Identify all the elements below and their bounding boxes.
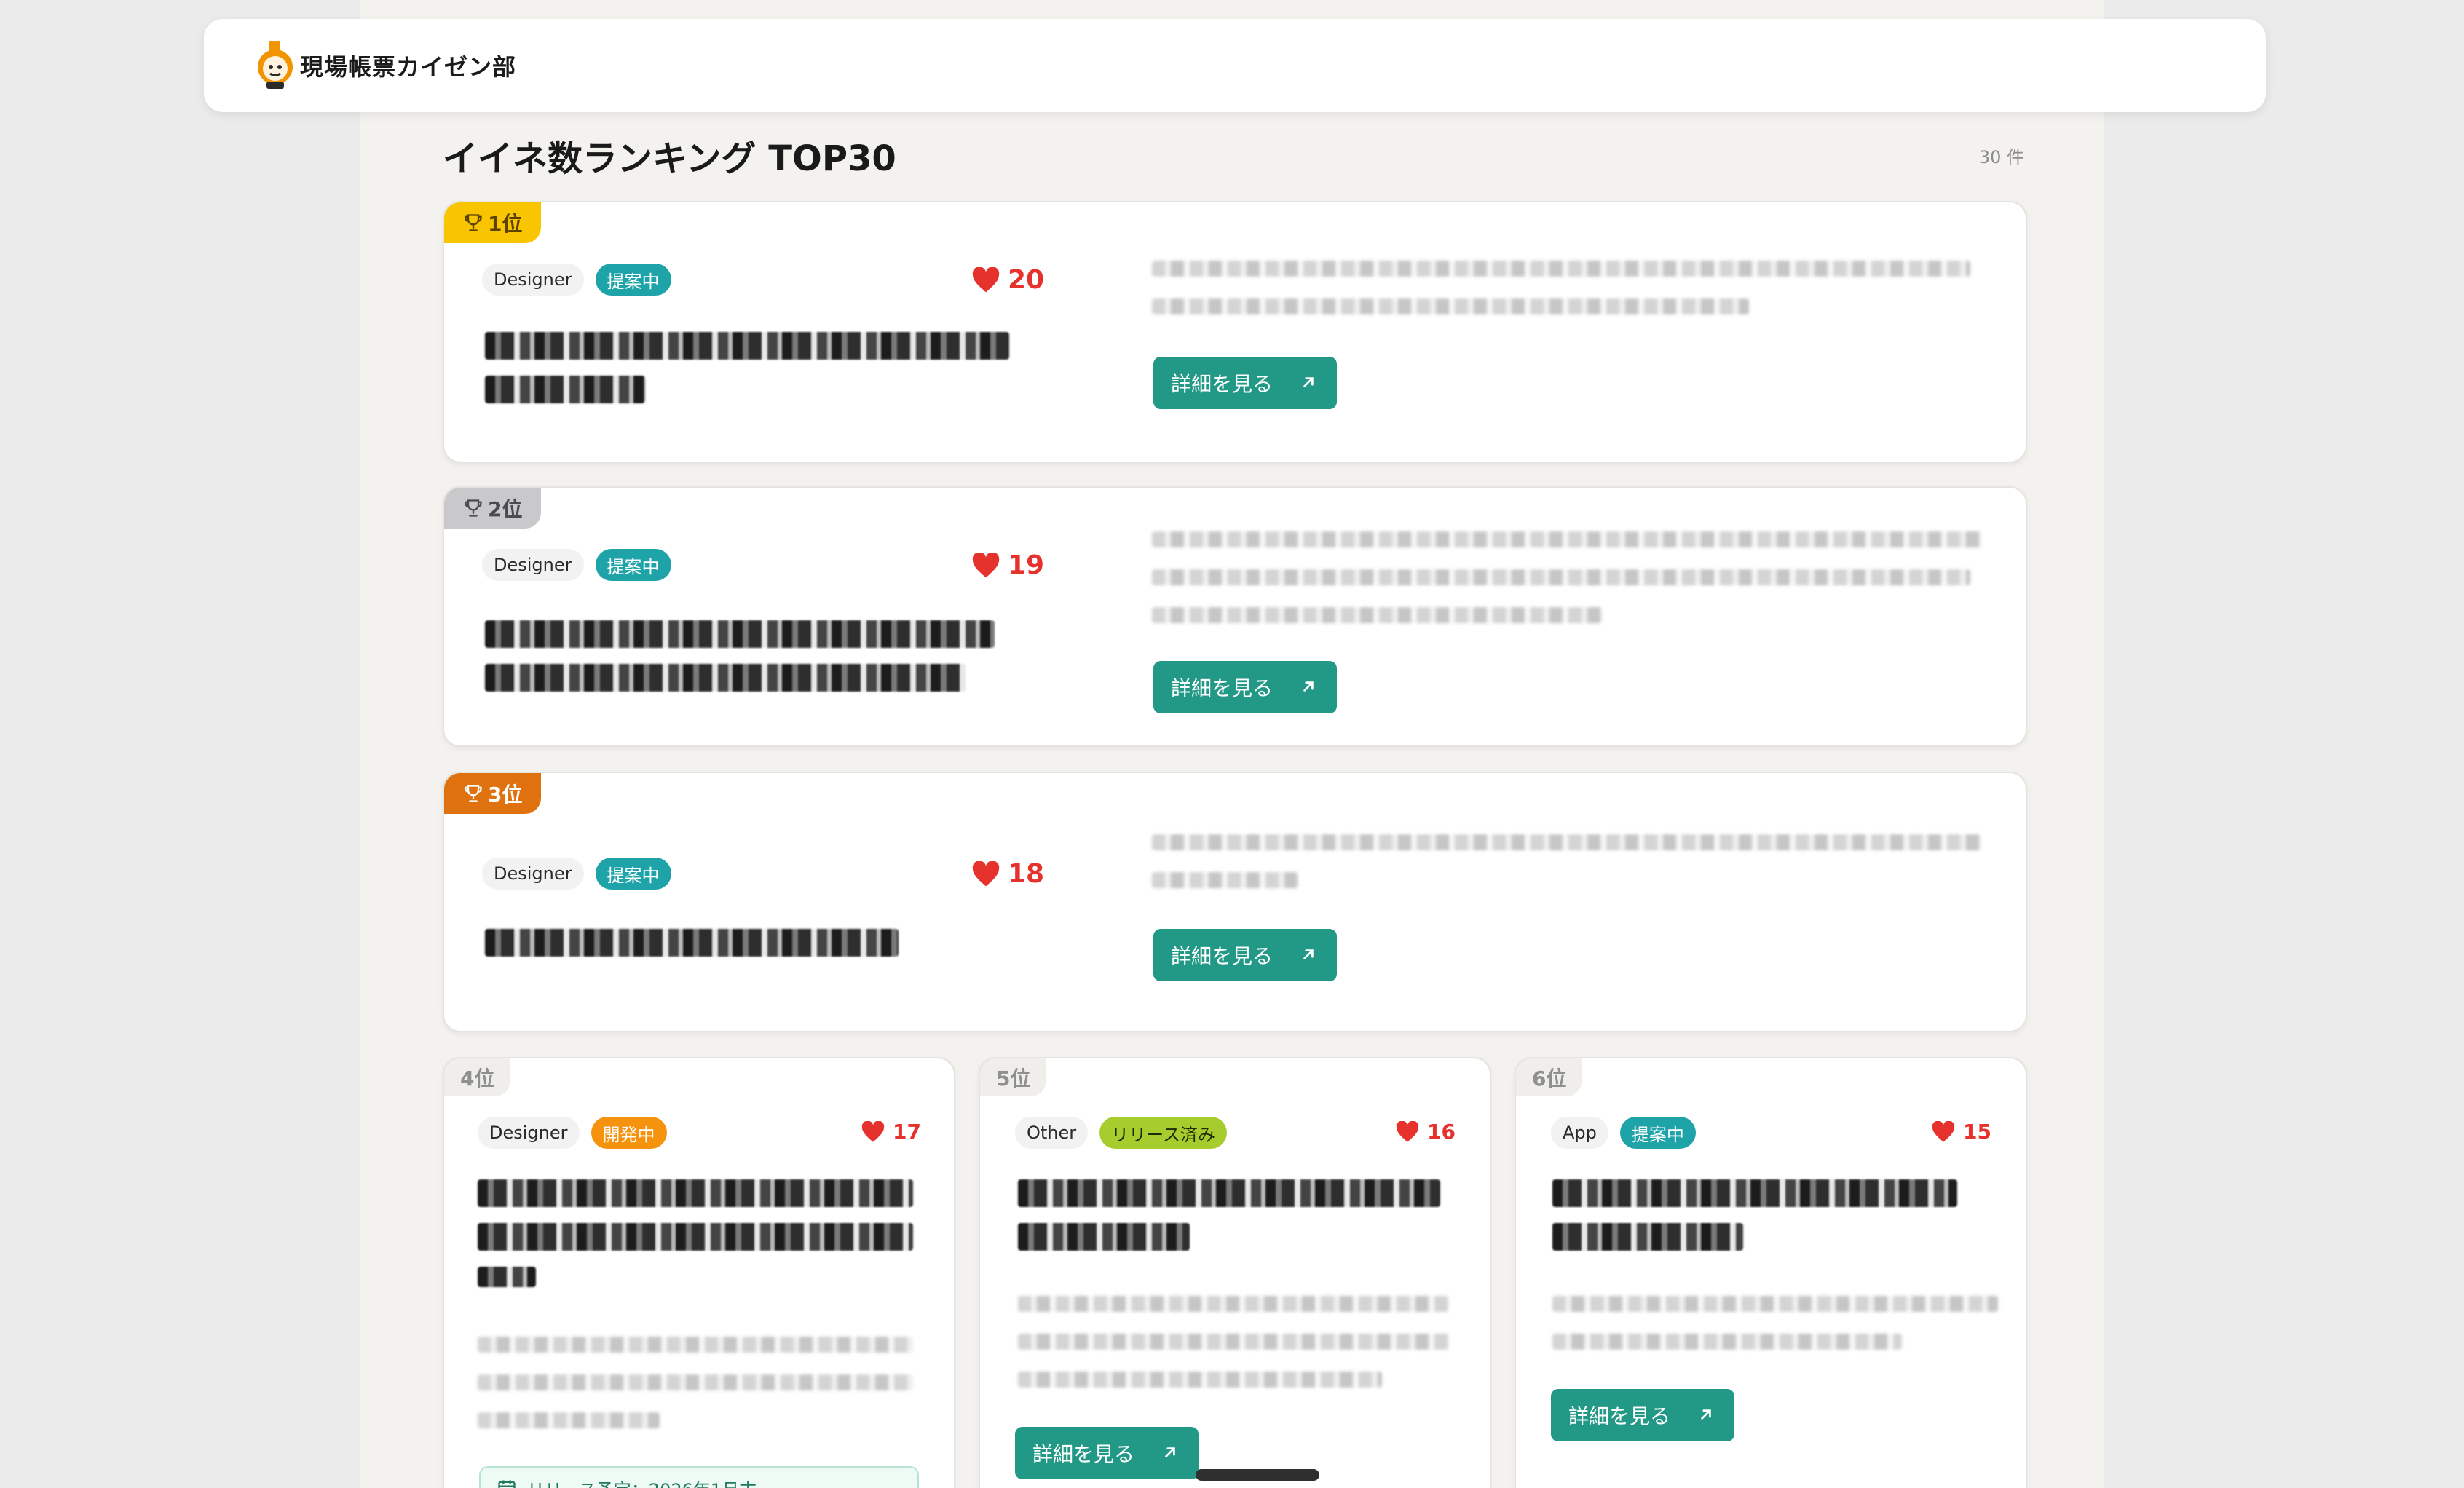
site-header: 現場帳票カイゼン部	[204, 19, 2266, 112]
rank-badge: 1位	[444, 202, 542, 243]
calendar-icon	[498, 1480, 516, 1488]
detail-button[interactable]: 詳細を見る	[1153, 357, 1337, 409]
heart-icon	[972, 552, 1000, 577]
detail-button[interactable]: 詳細を見る	[1153, 661, 1337, 713]
rank-label: 2位	[488, 497, 523, 521]
category-tag: Designer	[482, 549, 584, 581]
heart-icon	[972, 860, 1000, 886]
heart-icon	[861, 1120, 885, 1142]
status-badge: 提案中	[595, 264, 671, 296]
status-badge: 提案中	[595, 549, 671, 581]
arrow-up-right-icon	[1303, 377, 1314, 387]
rank-badge: 5位	[980, 1058, 1047, 1096]
rank-label: 5位	[996, 1066, 1031, 1091]
result-count: 30 件	[1978, 147, 2024, 167]
idea-title-redacted	[478, 1179, 913, 1303]
like-count[interactable]: 17	[861, 1120, 921, 1144]
category-tag: Designer	[482, 264, 584, 296]
like-count[interactable]: 16	[1395, 1120, 1456, 1144]
like-count[interactable]: 15	[1931, 1120, 1991, 1144]
ranking-card-1[interactable]: 1位 Designer 提案中 20 詳細を見る	[443, 201, 2027, 463]
idea-title-redacted	[1018, 1179, 1440, 1267]
rank-badge: 2位	[444, 488, 542, 529]
trophy-icon	[465, 214, 482, 231]
idea-description-redacted	[1152, 261, 1970, 336]
like-count[interactable]: 20	[971, 265, 1044, 295]
ranking-card-5[interactable]: 5位 Other リリース済み 16 詳細を見る	[979, 1057, 1491, 1488]
logo-mascot-icon	[255, 41, 296, 90]
site-logo[interactable]: 現場帳票カイゼン部	[255, 41, 516, 90]
arrow-up-right-icon	[1303, 681, 1314, 692]
rank-label: 3位	[488, 783, 523, 807]
heart-icon	[1932, 1120, 1955, 1142]
category-tag: Designer	[482, 858, 584, 890]
idea-description-redacted	[1018, 1296, 1449, 1409]
release-schedule-box: リリース予定：2026年1月末	[479, 1466, 919, 1488]
page-title: イイネ数ランキング TOP30	[443, 138, 896, 179]
ranking-card-6[interactable]: 6位 App 提案中 15 詳細を見る	[1515, 1057, 2027, 1488]
category-tag: Other	[1015, 1117, 1089, 1149]
detail-button[interactable]: 詳細を見る	[1153, 929, 1337, 981]
scroll-indicator[interactable]	[1196, 1469, 1319, 1481]
idea-title-redacted	[485, 332, 1009, 419]
logo-text: 現場帳票カイゼン部	[300, 53, 517, 81]
idea-description-redacted	[478, 1337, 913, 1450]
idea-description-redacted	[1152, 531, 1982, 645]
rank-label: 4位	[460, 1066, 495, 1091]
rank-badge: 4位	[444, 1058, 511, 1096]
heart-icon	[1396, 1120, 1419, 1142]
trophy-icon	[465, 499, 482, 517]
status-badge: リリース済み	[1099, 1117, 1227, 1149]
idea-description-redacted	[1552, 1296, 1998, 1372]
heart-icon	[972, 266, 1000, 292]
rank-label: 6位	[1532, 1066, 1567, 1091]
arrow-up-right-icon	[1303, 949, 1314, 959]
category-tag: App	[1551, 1117, 1608, 1149]
idea-title-redacted	[485, 620, 995, 708]
detail-button[interactable]: 詳細を見る	[1015, 1427, 1199, 1479]
detail-button[interactable]: 詳細を見る	[1551, 1389, 1734, 1441]
ranking-card-3[interactable]: 3位 Designer 提案中 18 詳細を見る	[443, 772, 2027, 1032]
status-badge: 提案中	[1619, 1117, 1696, 1149]
rank-badge: 3位	[444, 773, 542, 814]
ranking-card-2[interactable]: 2位 Designer 提案中 19 詳細を見る	[443, 486, 2027, 747]
ranking-card-4[interactable]: 4位 Designer 開発中 17 リリース予定：2026年1月末	[443, 1057, 955, 1488]
status-badge: 開発中	[591, 1117, 667, 1149]
arrow-up-right-icon	[1701, 1409, 1711, 1420]
idea-description-redacted	[1152, 834, 1982, 910]
rank-badge: 6位	[1516, 1058, 1583, 1096]
rank-label: 1位	[488, 212, 523, 236]
trophy-icon	[465, 785, 482, 802]
like-count[interactable]: 18	[971, 859, 1044, 889]
arrow-up-right-icon	[1165, 1447, 1175, 1457]
idea-title-redacted	[1552, 1179, 1957, 1267]
category-tag: Designer	[478, 1117, 580, 1149]
like-count[interactable]: 19	[971, 550, 1044, 580]
status-badge: 提案中	[595, 858, 671, 890]
idea-title-redacted	[485, 929, 899, 973]
